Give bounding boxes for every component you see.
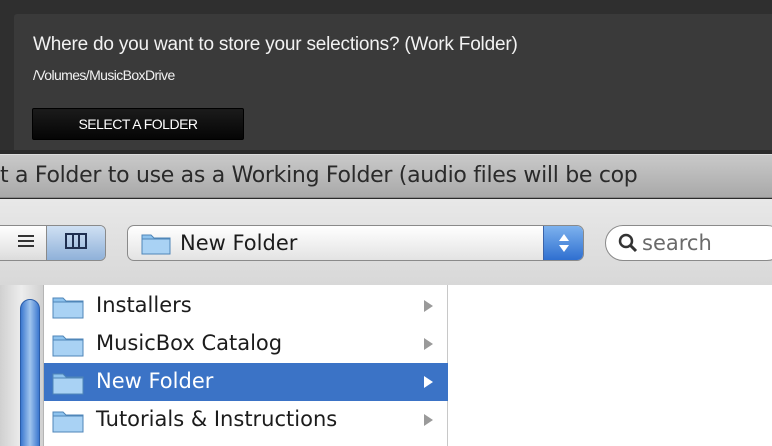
folder-icon (52, 409, 84, 438)
select-folder-button[interactable]: SELECT A FOLDER (32, 108, 244, 140)
column-view-button[interactable] (47, 226, 105, 260)
view-mode-switch (0, 225, 106, 261)
disclosure-arrow-icon (424, 414, 433, 426)
search-field (605, 225, 772, 261)
list-item-musicbox-catalog[interactable]: MusicBox Catalog (44, 325, 448, 363)
browser-column: Installers MusicBox Catalog New Folder T… (44, 285, 448, 446)
column-browser: Installers MusicBox Catalog New Folder T… (0, 285, 772, 446)
list-item-new-folder[interactable]: New Folder (44, 363, 448, 401)
location-popup[interactable]: New Folder (127, 225, 584, 261)
dialog-title: t a Folder to use as a Working Folder (a… (0, 163, 638, 188)
work-folder-path: /Volumes/MusicBoxDrive (33, 67, 175, 83)
work-folder-panel: Where do you want to store your selectio… (0, 0, 772, 150)
folder-icon (52, 333, 84, 362)
vertical-scrollbar[interactable] (0, 285, 44, 446)
list-item-label: Installers (96, 293, 192, 317)
list-item-label: MusicBox Catalog (96, 331, 283, 355)
folder-chooser-dialog: New Folder search Installers MusicBox Ca… (0, 199, 772, 446)
list-item-tutorials[interactable]: Tutorials & Instructions (44, 401, 448, 439)
folder-icon (52, 295, 84, 324)
list-view-button[interactable] (0, 226, 47, 260)
list-item-label: Tutorials & Instructions (96, 407, 338, 431)
search-icon (618, 233, 638, 258)
disclosure-arrow-icon (424, 338, 433, 350)
list-item-label: New Folder (96, 369, 214, 393)
list-item-installers[interactable]: Installers (44, 287, 448, 325)
disclosure-arrow-icon (424, 300, 433, 312)
work-folder-question: Where do you want to store your selectio… (33, 34, 518, 55)
folder-icon (141, 231, 171, 260)
location-popup-label: New Folder (180, 231, 298, 255)
browser-column-empty (449, 285, 772, 446)
popup-stepper-icon (543, 226, 583, 260)
scrollbar-thumb[interactable] (20, 299, 40, 446)
column-view-icon (65, 232, 87, 254)
list-view-icon (18, 234, 34, 253)
folder-icon (52, 371, 84, 400)
search-input[interactable] (642, 229, 772, 257)
dialog-title-bar: t a Folder to use as a Working Folder (a… (0, 154, 772, 198)
chooser-toolbar: New Folder (0, 199, 772, 285)
disclosure-arrow-icon (424, 376, 433, 388)
